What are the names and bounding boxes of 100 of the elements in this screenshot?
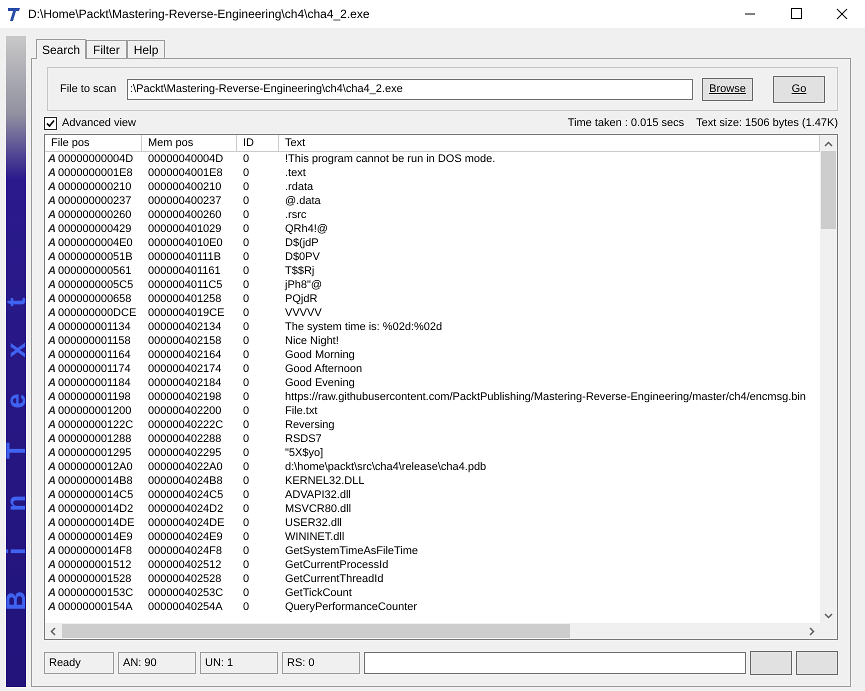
- table-cell-text: 0000004024F8: [147, 544, 224, 558]
- string-type-mark: A: [48, 278, 57, 292]
- string-type-mark: A: [48, 166, 57, 180]
- string-type-mark: A: [48, 320, 57, 334]
- table-cell-text: 0: [242, 432, 250, 446]
- table-cell-text: 00000040111B: [147, 250, 222, 264]
- string-type-mark: A: [48, 222, 57, 236]
- tab[interactable]: Help: [126, 40, 166, 58]
- table-cell-text: 0: [242, 292, 250, 306]
- app-icon: [6, 6, 22, 22]
- table-cell: 000000001174: [58, 362, 131, 376]
- table-cell: 000000000237: [58, 194, 132, 208]
- horizontal-scrollbar[interactable]: [45, 623, 837, 639]
- vertical-scrollbar[interactable]: [820, 135, 837, 623]
- column-header[interactable]: Text: [279, 135, 820, 152]
- status-pane: Ready: [44, 652, 114, 674]
- table-cell-text: 0000004019CE: [147, 306, 226, 320]
- string-type-mark: A: [48, 488, 57, 502]
- table-cell-text: 0000004024C5: [147, 488, 224, 502]
- scroll-up-icon[interactable]: [824, 141, 833, 147]
- table-cell-text: RSDS7: [284, 432, 322, 446]
- table-cell-text: 0: [242, 250, 250, 264]
- browse-button[interactable]: Browse: [702, 78, 753, 100]
- scroll-thumb[interactable]: [62, 624, 570, 638]
- table-cell-text: MSVCR80.dll: [284, 502, 352, 516]
- table-cell-text: 0: [242, 264, 250, 278]
- table-cell-text: 0000004010E0: [147, 236, 224, 250]
- table-cell: 0000000005C5: [58, 278, 134, 292]
- table-cell-text: Reversing: [284, 418, 335, 432]
- checkbox[interactable]: [44, 116, 57, 130]
- status-field[interactable]: [364, 652, 746, 674]
- table-cell-text: 0000004001E8: [147, 166, 224, 180]
- table-cell: 000000001528: [58, 572, 132, 586]
- string-type-mark: A: [48, 292, 57, 306]
- table-cell: 000000000260: [58, 208, 132, 222]
- table-cell-text: 0: [242, 404, 250, 418]
- table-cell-text: 0000004024B8: [147, 474, 224, 488]
- table-cell-text: GetTickCount: [284, 586, 352, 600]
- tab[interactable]: Filter: [86, 40, 127, 58]
- string-type-mark: A: [48, 558, 57, 572]
- table-cell-text: 0: [242, 586, 250, 600]
- field-label: File to scan: [60, 82, 118, 97]
- table-cell: 00000000122C: [58, 418, 134, 432]
- table-cell-text: 0: [242, 558, 250, 572]
- column-header[interactable]: File pos: [45, 135, 142, 152]
- table-cell: 00000000153C: [58, 586, 134, 600]
- scroll-left-icon[interactable]: [50, 626, 56, 636]
- table-cell-text: 000000402184: [147, 376, 222, 390]
- string-type-mark: A: [48, 530, 57, 544]
- scroll-down-icon[interactable]: [824, 613, 833, 619]
- table-cell-text: Good Morning: [284, 348, 355, 362]
- string-type-mark: A: [48, 390, 57, 404]
- table-cell-text: GetSystemTimeAsFileTime: [284, 544, 418, 558]
- string-type-mark: A: [48, 474, 57, 488]
- table-cell: 0000000014E9: [58, 530, 133, 544]
- table-cell-text: d:\home\packt\src\cha4\release\cha4.pdb: [284, 460, 486, 474]
- table-cell-text: 0000004024E9: [147, 530, 224, 544]
- table-cell: 000000001158: [58, 334, 131, 348]
- status-button[interactable]: [796, 651, 838, 675]
- scroll-right-icon[interactable]: [809, 626, 815, 636]
- string-type-mark: A: [48, 362, 57, 376]
- string-type-mark: A: [48, 376, 57, 390]
- table-cell-text: KERNEL32.DLL: [284, 474, 364, 488]
- scroll-thumb[interactable]: [821, 151, 836, 229]
- table-cell: 00000000154A: [58, 600, 133, 614]
- status-button[interactable]: [750, 651, 792, 675]
- table-cell-text: 00000040004D: [147, 152, 224, 166]
- checkbox-label[interactable]: Advanced view: [62, 114, 136, 132]
- tab[interactable]: Search: [36, 39, 86, 59]
- table-cell: 0000000012A0: [58, 460, 133, 474]
- table-cell: 000000000658: [58, 292, 132, 306]
- table-cell-text: VVVVV: [284, 306, 322, 320]
- table-cell-text: 0: [242, 376, 250, 390]
- column-header[interactable]: Mem pos: [142, 135, 237, 152]
- table-cell: 000000000429: [58, 222, 132, 236]
- table-cell-text: 0: [242, 530, 250, 544]
- table-cell-text: https://raw.githubusercontent.com/PacktPublishing/Mastering-Reverse-Engineering/master/ch4/encmsg.bin: [284, 390, 806, 404]
- string-type-mark: A: [48, 306, 57, 320]
- table-cell-text: 000000401258: [147, 292, 222, 306]
- table-cell-text: 000000402528: [147, 572, 222, 586]
- string-type-mark: A: [48, 264, 57, 278]
- string-type-mark: A: [48, 502, 57, 516]
- table-cell-text: Good Evening: [284, 376, 355, 390]
- column-header[interactable]: ID: [237, 135, 279, 152]
- table-cell-text: 0: [242, 418, 250, 432]
- table-cell: 00000000051B: [58, 250, 133, 264]
- string-type-mark: A: [48, 152, 57, 166]
- table-cell-text: 0: [242, 306, 250, 320]
- table-cell: 000000001288: [58, 432, 132, 446]
- table-cell: 0000000014DE: [58, 516, 134, 530]
- go-button[interactable]: Go: [773, 76, 825, 102]
- table-cell-text: 000000401161: [147, 264, 222, 278]
- table-cell-text: ADVAPI32.dll: [284, 488, 351, 502]
- table-cell-text: Nice Night!: [284, 334, 339, 348]
- table-cell-text: 0: [242, 278, 250, 292]
- file-path-field[interactable]: :\Packt\Mastering-Reverse-Engineering\ch4\cha4_2.exe: [127, 78, 693, 100]
- table-cell-text: 0000004024D2: [147, 502, 224, 516]
- string-type-mark: A: [48, 236, 57, 250]
- table-cell: 000000001295: [58, 446, 132, 460]
- table-cell-text: 0: [242, 600, 250, 614]
